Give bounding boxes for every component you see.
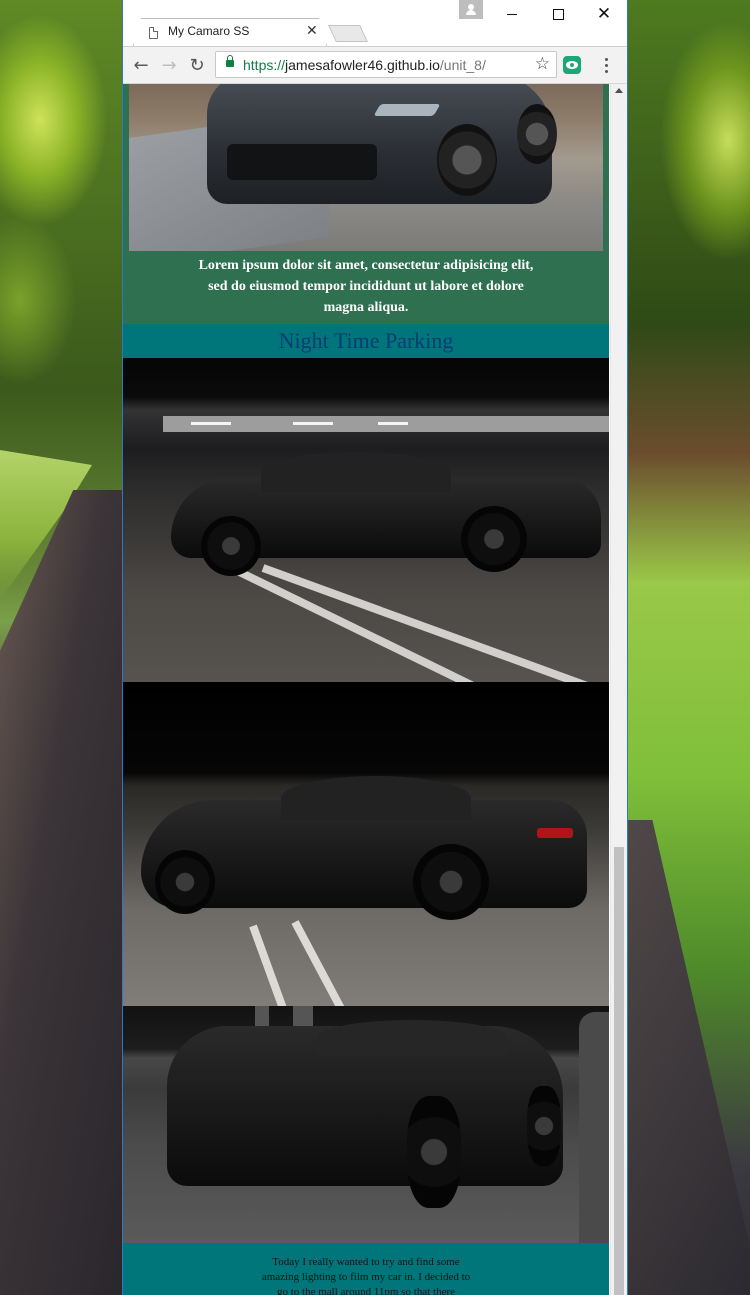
car-roof <box>317 1020 507 1056</box>
address-bar[interactable]: https://jamesafowler46.github.io/unit_8/… <box>215 51 557 78</box>
lock-icon[interactable] <box>226 55 234 67</box>
scroll-up-arrow-icon[interactable] <box>615 88 623 93</box>
title-bar: My Camaro SS ✕ ✕ <box>123 0 627 46</box>
story-section: Today I really wanted to try and find so… <box>123 1243 609 1295</box>
camaro-side-car-rear <box>141 776 587 920</box>
wallpaper-road-right <box>628 820 750 1295</box>
car-headlight <box>373 104 441 116</box>
car-roof <box>281 776 471 820</box>
close-window-button[interactable]: ✕ <box>581 0 627 28</box>
kebab-menu-icon[interactable] <box>597 55 617 75</box>
forward-arrow-icon[interactable]: → <box>157 53 181 77</box>
garage-column <box>579 1012 609 1243</box>
night-parking-photo-1 <box>123 358 609 682</box>
back-arrow-icon[interactable]: ← <box>129 53 153 77</box>
car-tire <box>155 850 215 914</box>
maximize-button[interactable] <box>535 0 581 28</box>
car-tire <box>407 1096 461 1208</box>
ceiling-light <box>191 422 231 425</box>
profile-icon[interactable] <box>459 0 483 19</box>
scrollbar-thumb[interactable] <box>614 847 624 1295</box>
car-tire <box>461 506 527 572</box>
tab-title[interactable]: My Camaro SS <box>168 24 249 38</box>
story-caption: Today I really wanted to try and find so… <box>261 1256 471 1295</box>
reload-icon[interactable]: ↻ <box>185 53 209 77</box>
parking-stripe <box>217 558 518 682</box>
night-parking-photo-2 <box>123 682 609 1006</box>
intro-caption: Lorem ipsum dolor sit amet, consectetur … <box>198 258 534 315</box>
camaro-car <box>207 84 557 204</box>
ceiling-light <box>293 422 333 425</box>
url-host: jamesafowler46.github.io <box>285 57 440 73</box>
vertical-scrollbar[interactable] <box>610 84 627 1295</box>
url-scheme: https:// <box>243 57 286 73</box>
intro-section: Lorem ipsum dolor sit amet, consectetur … <box>123 84 609 324</box>
url-path: /unit_8/ <box>439 57 486 73</box>
camaro-front-car <box>167 1020 563 1208</box>
car-tire <box>413 844 489 920</box>
eye-extension-icon[interactable] <box>563 56 581 74</box>
page-icon <box>149 27 158 39</box>
car-taillight <box>537 828 573 838</box>
wallpaper-right-trees <box>628 0 750 1295</box>
car-grille <box>227 144 377 180</box>
camaro-side-car <box>171 452 601 576</box>
car-tire <box>201 516 261 576</box>
ceiling-light <box>378 422 408 425</box>
section-heading: Night Time Parking <box>278 328 454 353</box>
parking-stripe <box>291 920 355 1006</box>
url-text[interactable]: https://jamesafowler46.github.io/unit_8/ <box>243 57 486 73</box>
section-heading-band: Night Time Parking <box>123 324 609 358</box>
star-icon[interactable]: ☆ <box>535 54 550 74</box>
minimize-button[interactable] <box>489 0 535 28</box>
night-parking-photo-3 <box>123 1006 609 1243</box>
new-tab-button[interactable] <box>328 25 368 42</box>
car-wheel <box>437 124 497 196</box>
car-tire <box>527 1086 561 1166</box>
browser-toolbar: ← → ↻ https://jamesafowler46.github.io/u… <box>123 46 627 84</box>
tab-close-icon[interactable]: ✕ <box>306 23 318 39</box>
page-viewport[interactable]: Lorem ipsum dolor sit amet, consectetur … <box>123 84 627 1295</box>
car-wheel-rear <box>517 104 557 164</box>
wallpaper-road <box>0 490 122 1295</box>
wallpaper-left-trees <box>0 0 122 1295</box>
browser-window: My Camaro SS ✕ ✕ ← → ↻ https://jamesafow… <box>122 0 628 1295</box>
parking-stripe <box>249 924 298 1006</box>
camaro-front-photo <box>129 84 603 251</box>
car-roof <box>261 452 451 492</box>
